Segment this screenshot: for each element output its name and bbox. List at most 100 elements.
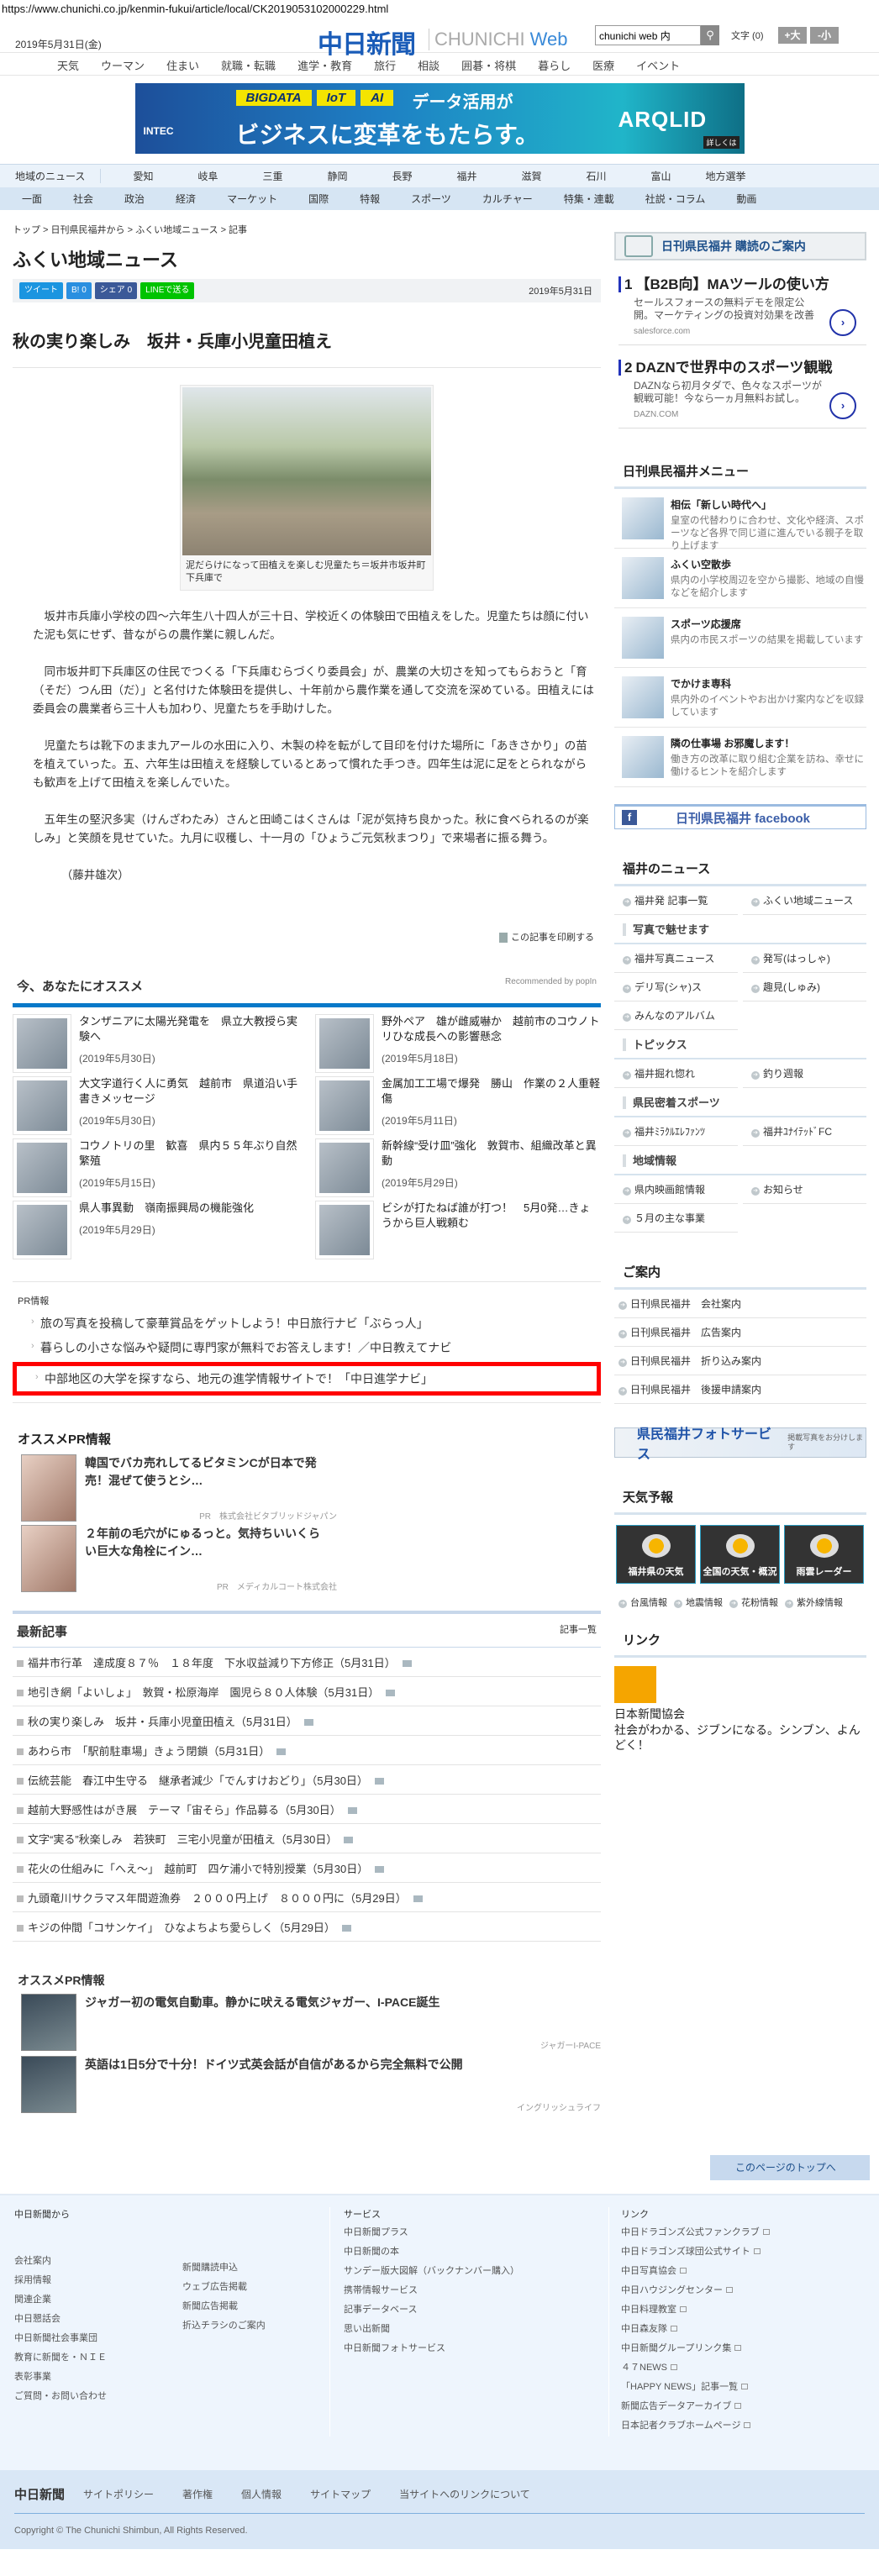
search-input[interactable]	[595, 25, 701, 45]
footer-link[interactable]: 関連企業	[14, 2291, 182, 2311]
recommend-item[interactable]: ビシが打たねば誰が打つ！ 5月0発…きょうから巨人戦頼む	[315, 1200, 601, 1259]
footer-bottom-link[interactable]: 著作権	[182, 2487, 213, 2501]
guide-link[interactable]: 日刊県民福井 広告案内	[614, 1318, 866, 1347]
footer-link[interactable]: 新聞広告データアーカイブ	[621, 2398, 770, 2417]
photo-service-banner[interactable]: 県民福井フォトサービス 掲載写真をお分けします	[614, 1427, 866, 1462]
weather-link[interactable]: 花粉情報	[729, 1596, 778, 1609]
weather-link[interactable]: 台風情報	[618, 1596, 667, 1609]
font-smaller-button[interactable]: -小	[810, 27, 839, 44]
region-link[interactable]: お知らせ	[743, 1175, 866, 1204]
latest-item[interactable]: キジの仲間「コサンケイ」 ひなよちよち愛らしく（5月29日）	[13, 1912, 601, 1942]
chevron-right-icon[interactable]: ›	[829, 309, 856, 336]
top-nav-item[interactable]: 囲碁・将棋	[461, 53, 516, 75]
pr-recommend-item[interactable]: 韓国でバカ売れしてるビタミンCが日本で発売！混ぜて使うとシ… PR 株式会社ビタ…	[18, 1454, 337, 1522]
menu-item[interactable]: ふくい空散歩 県内の小学校周辺を空から撮影、地域の自慢などを紹介します	[614, 549, 866, 608]
pr-link[interactable]: 旅の写真を投稿して豪華賞品をゲットしよう！中日旅行ナビ「ぶらっ人」	[13, 1311, 601, 1335]
section-nav-item[interactable]: 一面	[22, 192, 42, 206]
guide-link[interactable]: 日刊県民福井 会社案内	[614, 1290, 866, 1318]
weather-link[interactable]: 地震情報	[674, 1596, 723, 1609]
regional-nav-label[interactable]: 地域のニュース	[0, 169, 101, 183]
pr-link[interactable]: 暮らしの小さな悩みや疑問に専門家が無料でお答えします！／中日教えてナビ	[13, 1335, 601, 1359]
region-link[interactable]: ５月の主な事業	[614, 1204, 738, 1233]
recommend-item[interactable]: コウノトリの里 歓喜 県内５５年ぶり自然繁殖 (2019年5月15日)	[13, 1138, 298, 1197]
footer-link[interactable]: 中日ドラゴンズ公式ファンクラブ	[621, 2224, 770, 2243]
footer-link[interactable]: 新聞購読申込	[182, 2259, 317, 2279]
photo-link[interactable]: デリ写(シャ)ス	[614, 973, 738, 1001]
footer-link[interactable]: ４７NEWS	[621, 2359, 770, 2379]
page-top-button[interactable]: このページのトップへ	[710, 2154, 870, 2180]
pr-link-highlighted[interactable]: 中部地区の大学を探すなら、地元の進学情報サイトで！「中日進学ナビ」	[13, 1361, 601, 1396]
section-nav-item[interactable]: 経済	[176, 192, 196, 206]
footer-link[interactable]: 教育に新聞を・ＮＩＥ	[14, 2349, 182, 2368]
menu-item[interactable]: スポーツ応援席 県内の市民スポーツの結果を掲載しています	[614, 608, 866, 668]
line-button[interactable]: LINEで送る	[140, 282, 195, 299]
sidebar-ad-item[interactable]: 1 【B2B向】MAツールの使い方 セールスフォースの無料デモを限定公開。マーケテ…	[618, 272, 866, 345]
footer-link[interactable]: 記事データベース	[344, 2301, 608, 2321]
footer-bottom-link[interactable]: 当サイトへのリンクについて	[399, 2487, 530, 2501]
weather-tile[interactable]: 雨雲レーダー	[784, 1525, 864, 1584]
footer-bottom-link[interactable]: 個人情報	[241, 2487, 282, 2501]
latest-item[interactable]: 伝統芸能 春江中生守る 継承者減少「でんすけおどり」（5月30日）	[13, 1765, 601, 1795]
footer-link[interactable]: 中日ハウジングセンター	[621, 2282, 770, 2301]
footer-link[interactable]: ご質問・お問い合わせ	[14, 2388, 182, 2407]
latest-item[interactable]: 文字“実る”秋楽しみ 若狭町 三宅小児童が田植え（5月30日）	[13, 1824, 601, 1853]
section-nav-item[interactable]: 社会	[73, 192, 93, 206]
weather-tile[interactable]: 全国の天気・概況	[700, 1525, 780, 1584]
topics-link[interactable]: 釣り週報	[743, 1059, 866, 1088]
regional-nav-item[interactable]: 三重	[240, 169, 305, 183]
ad-banner[interactable]: BIGDATA IoT AI データ活用が ビジネスに変革をもたらす。 INTEC …	[134, 83, 745, 154]
region-link[interactable]: 県内映画館情報	[614, 1175, 738, 1204]
top-nav-item[interactable]: 医療	[592, 53, 614, 75]
weather-link[interactable]: 紫外線情報	[785, 1596, 843, 1609]
menu-item[interactable]: でかけま専科 県内外のイベントやお出かけ案内などを収録しています	[614, 668, 866, 728]
recommend-item[interactable]: 野外ペア 雄が雌威嚇か 越前市のコウノトリひな成長への影響懸念 (2019年5月1…	[315, 1013, 601, 1073]
latest-item[interactable]: 花火の仕組みに「へえ～」 越前町 四ケ浦小で特別授業（5月30日）	[13, 1853, 601, 1883]
section-nav-item[interactable]: マーケット	[227, 192, 277, 206]
regional-nav-item[interactable]: 滋賀	[499, 169, 564, 183]
section-nav-item[interactable]: 社説・コラム	[645, 192, 706, 206]
section-nav-item[interactable]: 国際	[308, 192, 329, 206]
photo-link[interactable]: 趣見(しゅみ)	[743, 973, 866, 1001]
footer-link[interactable]: 折込チラシのご案内	[182, 2317, 317, 2337]
latest-item[interactable]: あわら市 「駅前駐車場」きょう閉鎖（5月31日）	[13, 1736, 601, 1765]
breadcrumb[interactable]: トップ > 日刊県民福井から > ふくい地域ニュース > 記事	[13, 223, 601, 236]
recommend-item[interactable]: タンザニアに太陽光発電を 県立大教授ら実験へ (2019年5月30日)	[13, 1013, 298, 1073]
latest-item[interactable]: 地引き網「よいしょ」 敦賀・松原海岸 園児ら８０人体験（5月31日）	[13, 1677, 601, 1706]
footer-bottom-link[interactable]: サイトマップ	[310, 2487, 371, 2501]
subscribe-banner[interactable]: 日刊県民福井 購読のご案内	[614, 232, 866, 260]
footer-link[interactable]: 中日新聞プラス	[344, 2224, 608, 2243]
newspaper-association-link[interactable]: 日本新聞協会 社会がわかる、ジブンになる。シンブン、よんどく！	[614, 1666, 866, 1753]
footer-link[interactable]: 新聞広告掲載	[182, 2298, 317, 2317]
print-link[interactable]: この記事を印刷する	[19, 930, 594, 944]
section-nav-item[interactable]: 特報	[360, 192, 380, 206]
footer-link[interactable]: 中日新聞社会事業団	[14, 2330, 182, 2349]
regional-nav-item[interactable]: 富山	[629, 169, 693, 183]
sports-link[interactable]: 福井ﾐﾗｸﾙｴﾚﾌｧﾝﾂ	[614, 1117, 738, 1146]
footer-logo[interactable]: 中日新聞	[14, 2485, 65, 2503]
news-link[interactable]: 福井発 記事一覧	[614, 886, 738, 915]
footer-link[interactable]: 中日新聞フォトサービス	[344, 2340, 608, 2359]
regional-nav-item[interactable]: 地方選挙	[693, 169, 758, 183]
pr-recommend-2-item[interactable]: ジャガー初の電気自動車。静かに吠える電気ジャガー、I-PACE誕生 ジャガーI-…	[18, 1993, 601, 2051]
topics-link[interactable]: 福井掘れ惚れ	[614, 1059, 738, 1088]
hatena-button[interactable]: B! 0	[66, 282, 92, 299]
section-nav-item[interactable]: スポーツ	[411, 192, 451, 206]
pr-recommend-item[interactable]: ２年前の毛穴がにゅるっと。気持ちいいくらい巨大な角栓にイン… PR メディカルコ…	[18, 1524, 337, 1592]
section-nav-item[interactable]: 動画	[736, 192, 756, 206]
section-nav-item[interactable]: カルチャー	[482, 192, 533, 206]
regional-nav-item[interactable]: 福井	[434, 169, 499, 183]
chevron-right-icon[interactable]: ›	[829, 392, 856, 419]
menu-item[interactable]: 相伝「新しい時代へ」 皇室の代替わりに合わせ、文化や経済、スポーツなど各界で同じ道…	[614, 489, 866, 551]
latest-item[interactable]: 九頭竜川サクラマス年間遊漁券 ２０００円上げ ８０００円に（5月29日）	[13, 1883, 601, 1912]
footer-link[interactable]: ウェブ広告掲載	[182, 2279, 317, 2298]
footer-bottom-link[interactable]: サイトポリシー	[83, 2487, 154, 2501]
footer-link[interactable]: 表彰事業	[14, 2368, 182, 2388]
footer-link[interactable]: 思い出新聞	[344, 2321, 608, 2340]
footer-link[interactable]: 中日森友隊	[621, 2321, 770, 2340]
footer-link[interactable]: 会社案内	[14, 2253, 182, 2272]
footer-link[interactable]: 中日懇話会	[14, 2311, 182, 2330]
top-nav-item[interactable]: 相談	[418, 53, 440, 75]
sidebar-ad-item[interactable]: 2 DAZNで世界中のスポーツ観戦 DAZNなら初月タダで、色々なスポーツが観戦可…	[618, 355, 866, 428]
site-logo[interactable]: 中日新聞	[318, 24, 416, 60]
news-link[interactable]: ふくい地域ニュース	[743, 886, 866, 915]
